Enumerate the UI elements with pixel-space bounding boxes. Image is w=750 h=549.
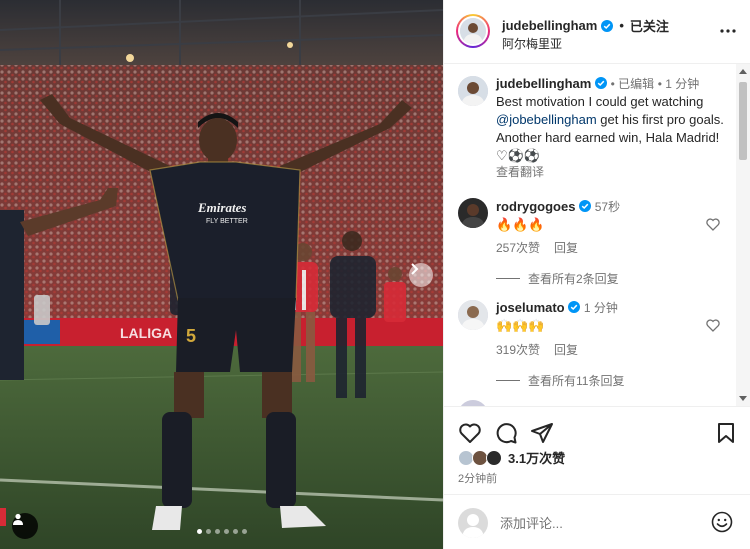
caption: judebellingham • 已编辑 • 1 分钟 Best motivat… — [496, 75, 728, 165]
post-photo[interactable]: LALIGA 5 Emirates FLY BETTER — [0, 0, 443, 549]
user-icon — [13, 513, 23, 525]
default-user-icon — [462, 514, 484, 538]
comment-like-heart-icon[interactable] — [706, 218, 720, 231]
avatar-image — [458, 76, 488, 106]
caption-avatar[interactable] — [458, 76, 488, 106]
liker-avatar — [486, 449, 502, 466]
following-button[interactable]: 已关注 — [630, 16, 669, 35]
verified-badge-icon — [579, 200, 592, 212]
comment-avatar[interactable] — [458, 198, 488, 228]
comment-text: 🙌🙌🙌 — [496, 318, 545, 333]
heart-icon[interactable] — [458, 421, 482, 445]
comment-avatar[interactable] — [458, 300, 488, 330]
comment-username[interactable]: rodrygogoes — [496, 199, 575, 214]
verified-badge-icon — [568, 301, 581, 313]
comment-meta-row: 319次赞 回复 — [496, 341, 578, 358]
likes-row[interactable]: 3.1万次赞 — [458, 448, 565, 467]
comment-item: joselumato 1 分钟 🙌🙌🙌 — [496, 299, 696, 335]
scrollbar-thumb[interactable] — [739, 82, 747, 160]
carousel-dot — [205, 529, 211, 534]
svg-text:Emirates: Emirates — [197, 200, 246, 215]
next-photo-button[interactable] — [409, 263, 433, 287]
likes-count[interactable]: 3.1万次赞 — [508, 448, 565, 467]
carousel-dot — [232, 529, 238, 534]
current-user-avatar — [458, 508, 488, 538]
send-icon[interactable] — [530, 421, 554, 445]
comment-time: 57秒 — [594, 200, 621, 214]
bookmark-icon[interactable] — [714, 421, 738, 445]
scroll-up-arrow-icon[interactable] — [739, 69, 747, 74]
stadium-photo: LALIGA 5 Emirates FLY BETTER — [0, 0, 443, 549]
carousel-dot — [223, 529, 229, 534]
comments-section[interactable]: judebellingham • 已编辑 • 1 分钟 Best motivat… — [444, 64, 750, 406]
carousel-dot — [196, 529, 202, 534]
view-replies-button[interactable]: 查看所有2条回复 — [496, 270, 619, 287]
comment-username[interactable]: joselumato — [496, 300, 565, 315]
post-time: 2分钟前 — [458, 473, 498, 485]
comment-reply-button[interactable]: 回复 — [554, 239, 578, 256]
svg-text:FLY BETTER: FLY BETTER — [206, 218, 248, 225]
author-avatar[interactable] — [456, 14, 490, 48]
verified-badge-icon — [594, 77, 607, 89]
comment-like-heart-icon[interactable] — [706, 319, 720, 332]
carousel-dot — [241, 529, 247, 534]
caption-time: • 1 分钟 — [657, 77, 700, 91]
chevron-right-icon — [411, 263, 419, 275]
caption-text-start: Best motivation I could get watching — [496, 94, 704, 109]
caption-mention-link[interactable]: @jobebellingham — [496, 112, 597, 127]
view-replies-label: 查看所有2条回复 — [528, 272, 619, 286]
tagged-users-button[interactable] — [12, 513, 38, 539]
avatar-image — [458, 198, 488, 228]
caption-username[interactable]: judebellingham — [496, 76, 591, 91]
view-replies-button[interactable]: 查看所有11条回复 — [496, 372, 624, 389]
add-comment-input[interactable] — [500, 514, 700, 532]
comment-reply-button[interactable]: 回复 — [554, 341, 578, 358]
verified-badge-icon — [601, 19, 614, 32]
carousel-indicator — [0, 529, 443, 534]
more-options-icon[interactable] — [719, 24, 737, 38]
post-header: judebellingham • 已关注 阿尔梅里亚 — [444, 0, 750, 64]
header-user-row: judebellingham • 已关注 — [502, 16, 669, 35]
author-username[interactable]: judebellingham — [502, 18, 597, 33]
comment-icon[interactable] — [494, 421, 518, 445]
edited-label: • 已编辑 — [610, 77, 655, 91]
avatar-image — [460, 18, 486, 44]
smiley-icon[interactable] — [711, 511, 733, 533]
comment-text: 🔥🔥🔥 — [496, 217, 545, 232]
avatar-image — [458, 300, 488, 330]
comment-likes-count[interactable]: 319次赞 — [496, 341, 540, 358]
comment-item: rodrygogoes 57秒 🔥🔥🔥 — [496, 198, 696, 234]
scroll-down-arrow-icon[interactable] — [739, 396, 747, 401]
svg-text:5: 5 — [186, 326, 196, 346]
comment-meta-row: 257次赞 回复 — [496, 239, 578, 256]
comment-likes-count[interactable]: 257次赞 — [496, 239, 540, 256]
post-panel: judebellingham • 已关注 阿尔梅里亚 judebellingha… — [443, 0, 750, 549]
comments-scrollbar[interactable] — [736, 64, 750, 406]
add-comment-bar — [444, 494, 750, 549]
comment-time: 1 分钟 — [583, 301, 618, 315]
separator-dot: • — [619, 18, 624, 33]
carousel-dot — [214, 529, 220, 534]
see-translation-link[interactable]: 查看翻译 — [496, 163, 544, 180]
post-location[interactable]: 阿尔梅里亚 — [502, 35, 562, 52]
view-replies-label: 查看所有11条回复 — [528, 374, 625, 388]
svg-text:LALIGA: LALIGA — [120, 325, 172, 341]
